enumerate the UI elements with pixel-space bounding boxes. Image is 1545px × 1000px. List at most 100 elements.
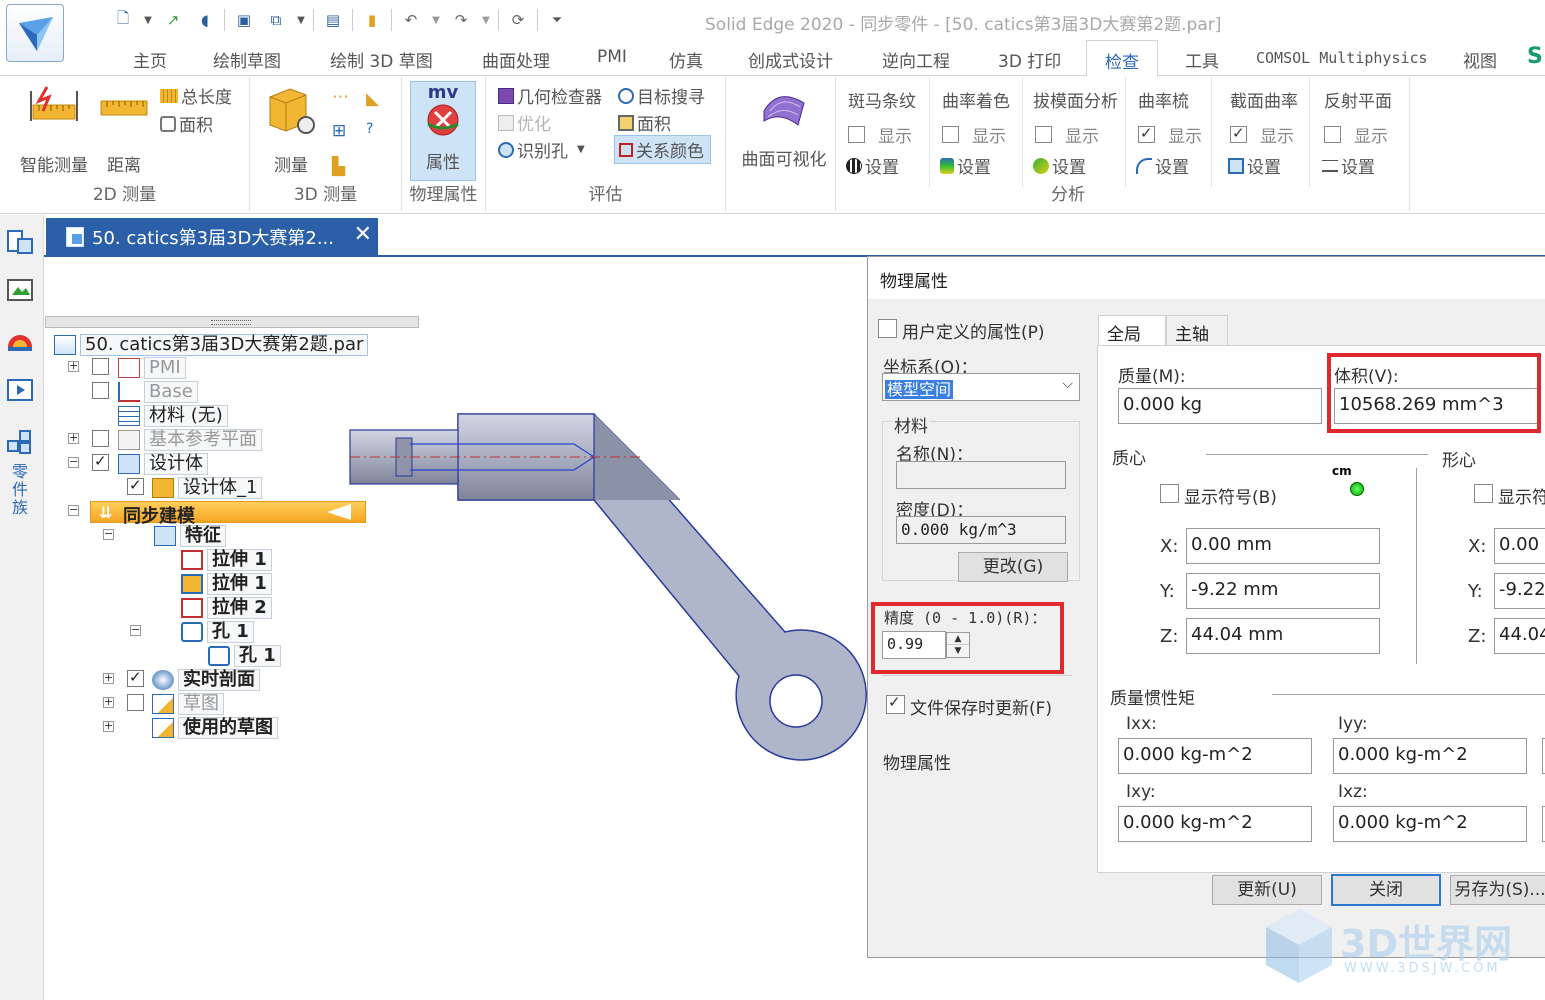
target-search-button[interactable]: 目标搜寻 (618, 83, 705, 108)
checkbox[interactable] (942, 126, 959, 143)
draft-face-show-checkbox[interactable]: 显示 (1035, 122, 1099, 147)
redo-icon[interactable]: ↷ (448, 7, 474, 33)
iyy-field[interactable]: 0.000 kg-m^2 (1333, 738, 1527, 774)
tab-comsol[interactable]: COMSOL Multiphysics (1256, 49, 1428, 67)
checkbox-checked[interactable] (1138, 124, 1155, 143)
pathfinder-tab-icon[interactable] (5, 227, 37, 259)
media-tab-icon[interactable] (5, 375, 37, 407)
close-icon[interactable]: ✕ (354, 222, 372, 247)
measure-help-icon[interactable]: ? (366, 121, 373, 137)
pathfinder-splitter-handle[interactable] (45, 316, 419, 328)
tree-ref-planes[interactable]: 基本参考平面 (118, 429, 262, 451)
document-tab[interactable]: 50. catics第3届3D大赛第2... ✕ (46, 218, 378, 255)
show-com-symbol-checkbox[interactable] (1160, 484, 1179, 503)
area-2d-button[interactable]: 面积 (160, 111, 213, 136)
tree-root[interactable]: 50. catics第3届3D大赛第2题.par (54, 334, 369, 356)
tab-3d-sketch[interactable]: 绘制 3D 草图 (330, 47, 433, 72)
smart-measure-button[interactable]: 智能测量 (14, 83, 94, 176)
pmi-checkbox[interactable] (92, 358, 109, 375)
repeat-icon[interactable]: ⟳ (505, 7, 531, 33)
reflective-plane-settings-button[interactable]: 设置 (1322, 153, 1375, 178)
tab-global[interactable]: 全局 (1098, 315, 1166, 347)
curvature-shading-show-checkbox[interactable]: 显示 (942, 122, 1006, 147)
com-y-field[interactable]: -9.22 mm (1186, 573, 1380, 609)
dropdown-arrow-icon[interactable]: ▼ (480, 7, 492, 33)
notes-icon[interactable]: ▮ (359, 7, 385, 33)
family-of-parts-label[interactable]: 零件族 (12, 463, 30, 517)
tab-sketch[interactable]: 绘制草图 (213, 47, 281, 72)
dropdown-arrow-icon[interactable]: ▼ (295, 7, 307, 33)
reflective-plane-show-checkbox[interactable]: 显示 (1324, 122, 1388, 147)
distance-button[interactable]: 距离 (94, 83, 154, 176)
checkbox-checked[interactable] (1230, 124, 1247, 143)
centroid-y-field[interactable]: -9.22 (1494, 573, 1545, 609)
tree-base[interactable]: Base (118, 381, 198, 403)
application-button[interactable] (6, 4, 64, 62)
live-section-checkbox[interactable] (127, 668, 144, 687)
new-file-icon[interactable]: 🗋 (110, 7, 136, 33)
mass-field[interactable]: 0.000 kg (1118, 388, 1322, 424)
tree-hole-1[interactable]: 孔 1 (181, 621, 254, 643)
tab-generative-design[interactable]: 创成式设计 (748, 47, 833, 72)
optimize-button[interactable]: 优化 (498, 110, 551, 135)
expand-used-sketch-icon[interactable]: + (103, 720, 114, 732)
layers-tab-icon[interactable] (5, 275, 37, 307)
tree-extrude-1a[interactable]: 拉伸 1 (181, 549, 272, 571)
physical-properties-button[interactable]: mv 属性 (410, 81, 476, 181)
relationship-colors-button[interactable]: 关系颜色 (614, 135, 711, 164)
curvature-shading-settings-button[interactable]: 设置 (940, 153, 991, 178)
expand-live-section-icon[interactable]: + (103, 672, 114, 684)
tree-sketch[interactable]: 草图 (152, 693, 224, 715)
update-on-save-checkbox[interactable] (886, 693, 905, 714)
sketch-checkbox[interactable] (127, 694, 144, 711)
surface-visualization-button[interactable]: 曲面可视化 (736, 81, 832, 170)
total-length-button[interactable]: 总长度 (160, 83, 232, 108)
customize-qat-icon[interactable]: ⏷ (544, 7, 570, 33)
expand-sketch-icon[interactable]: + (103, 696, 114, 708)
tab-inspect[interactable]: 检查 (1086, 40, 1158, 77)
tree-features[interactable]: 特征 (154, 525, 226, 547)
checkbox[interactable] (1035, 126, 1052, 143)
open-file-icon[interactable]: ↗ (160, 7, 186, 33)
collapse-hole-icon[interactable]: − (130, 624, 141, 636)
area-3d-button[interactable]: 面积 (618, 110, 671, 135)
base-checkbox[interactable] (92, 382, 109, 399)
measure-normal-icon[interactable]: ⊞ (332, 121, 346, 141)
centroid-x-field[interactable]: 0.00 r (1494, 528, 1545, 564)
expand-ref-planes-icon[interactable]: + (68, 432, 79, 444)
measure-3d-button[interactable]: 测量 (262, 83, 320, 176)
dropdown-arrow-icon[interactable]: ▼ (577, 144, 585, 155)
tree-extrude-2[interactable]: 拉伸 2 (181, 597, 272, 619)
tree-pmi[interactable]: PMI (118, 357, 186, 379)
identify-holes-button[interactable]: 识别孔 ▼ (498, 137, 585, 162)
color-manager-tab-icon[interactable] (5, 325, 37, 357)
tree-sync-model[interactable]: ⇊ 同步建模 (90, 501, 366, 527)
user-defined-props-checkbox[interactable] (878, 319, 897, 338)
draft-face-settings-button[interactable]: 设置 (1033, 153, 1086, 178)
coord-system-select[interactable]: 模型空间 ⌵ (882, 373, 1080, 401)
tree-material[interactable]: 材料 (无) (118, 405, 228, 427)
family-of-parts-tab-icon[interactable] (5, 427, 37, 459)
save-as-button[interactable]: 另存为(S)... (1450, 875, 1545, 905)
tab-principal-axes[interactable]: 主轴 (1166, 315, 1228, 346)
undo-icon[interactable]: ↶ (398, 7, 424, 33)
ixx-field[interactable]: 0.000 kg-m^2 (1118, 738, 1312, 774)
checkbox[interactable] (848, 126, 865, 143)
zebra-settings-button[interactable]: 设置 (846, 153, 899, 178)
collapse-sync-model-icon[interactable]: − (68, 504, 79, 516)
measure-coordinate-icon[interactable]: ▙ (332, 157, 345, 177)
measure-angle-icon[interactable]: ◣ (366, 89, 379, 109)
com-z-field[interactable]: 44.04 mm (1186, 618, 1380, 654)
tab-home[interactable]: 主页 (133, 47, 167, 72)
tab-surfacing[interactable]: 曲面处理 (482, 47, 550, 72)
dropdown-arrow-icon[interactable]: ▼ (142, 7, 154, 33)
design-body-checkbox[interactable] (92, 452, 109, 471)
ixy-field[interactable]: 0.000 kg-m^2 (1118, 806, 1312, 842)
print-icon[interactable]: ◖ (192, 7, 218, 33)
tab-s-overflow[interactable]: S (1527, 44, 1543, 69)
material-name-field[interactable] (896, 461, 1066, 489)
expand-pmi-icon[interactable]: + (68, 360, 79, 372)
tree-hole-1-child[interactable]: 孔 1 (208, 645, 281, 667)
tab-pmi[interactable]: PMI (597, 47, 627, 67)
save-icon[interactable]: ▣ (231, 7, 257, 33)
